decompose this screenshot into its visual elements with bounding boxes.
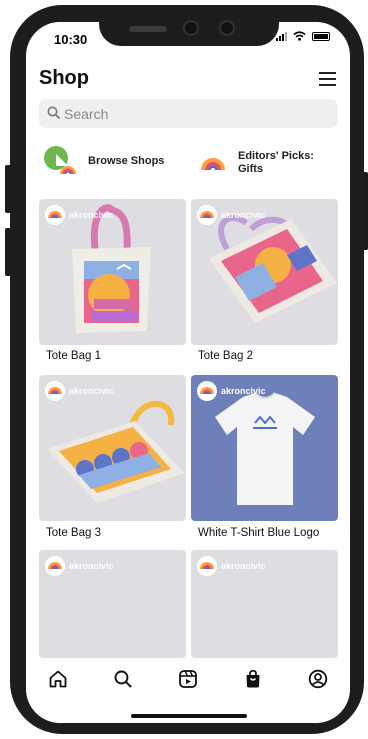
product-name: Tote Bag 3: [46, 527, 101, 539]
status-time: 10:30: [54, 32, 88, 47]
shop-avatar: [45, 381, 65, 401]
shop-avatar: [45, 205, 65, 225]
shop-avatar: [197, 556, 217, 576]
product-name: Tote Bag 2: [198, 350, 253, 362]
reels-icon: [179, 670, 197, 688]
product-card-white-tshirt[interactable]: akroncivic: [191, 375, 338, 521]
browse-shops-logo-icon: [42, 144, 76, 178]
shop-name: akroncivic: [221, 210, 266, 220]
bottom-tab-bar: [26, 663, 350, 695]
search-icon: [114, 670, 132, 688]
product-card-tote-bag-2[interactable]: akroncivic: [191, 199, 338, 345]
shop-name: akroncivic: [69, 386, 114, 396]
search-placeholder: Search: [64, 106, 109, 122]
tab-profile[interactable]: [307, 668, 329, 690]
product-shop-badge: akroncivic: [197, 556, 266, 576]
tab-search[interactable]: [112, 668, 134, 690]
tab-shop[interactable]: [242, 668, 264, 690]
product-shop-badge: akroncivic: [197, 205, 266, 225]
shop-avatar: [45, 556, 65, 576]
product-shop-badge: akroncivic: [45, 381, 114, 401]
wifi-icon: [293, 31, 306, 41]
shop-name: akroncivic: [69, 561, 114, 571]
tab-home[interactable]: [47, 668, 69, 690]
page-title: Shop: [39, 67, 89, 89]
editors-picks-chip[interactable]: Editors' Picks: Gifts: [196, 146, 314, 180]
shop-bag-icon: [246, 669, 260, 688]
product-card-5[interactable]: akroncivic: [39, 550, 186, 658]
browse-shops-label: Browse Shops: [88, 154, 165, 167]
shop-name: akroncivic: [69, 210, 114, 220]
shop-avatar: [197, 381, 217, 401]
product-name: Tote Bag 1: [46, 350, 101, 362]
status-icons: [276, 31, 330, 41]
search-input[interactable]: Search: [39, 99, 338, 128]
tab-reels[interactable]: [177, 668, 199, 690]
battery-icon: [312, 31, 330, 41]
editors-picks-label: Editors' Picks: Gifts: [238, 150, 314, 175]
shop-name: akroncivic: [221, 561, 266, 571]
shop-avatar: [197, 205, 217, 225]
shop-name: akroncivic: [221, 386, 266, 396]
product-card-tote-bag-3[interactable]: akroncivic: [39, 375, 186, 521]
home-icon: [49, 670, 67, 688]
profile-icon: [308, 669, 327, 689]
product-shop-badge: akroncivic: [197, 381, 266, 401]
product-name: White T-Shirt Blue Logo: [198, 527, 320, 539]
product-shop-badge: akroncivic: [45, 556, 114, 576]
product-card-6[interactable]: akroncivic: [191, 550, 338, 658]
notch: [99, 12, 279, 46]
product-shop-badge: akroncivic: [45, 205, 114, 225]
home-indicator[interactable]: [131, 714, 247, 718]
product-card-tote-bag-1[interactable]: akroncivic: [39, 199, 186, 345]
search-icon: [47, 106, 61, 120]
editors-picks-logo-icon: [196, 146, 230, 180]
browse-shops-chip[interactable]: Browse Shops: [42, 144, 164, 178]
signal-icon: [276, 31, 287, 41]
menu-icon[interactable]: [319, 72, 336, 86]
